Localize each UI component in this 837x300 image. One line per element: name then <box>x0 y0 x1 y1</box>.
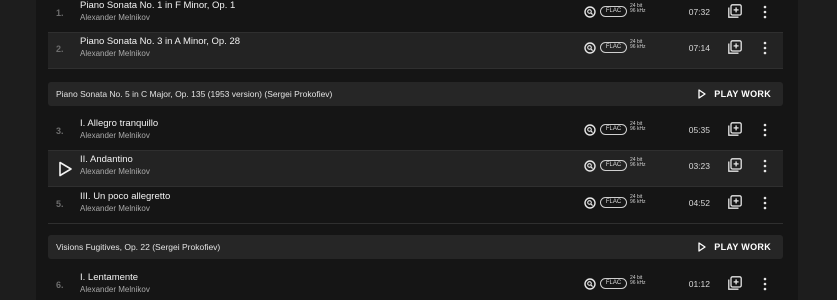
track-row[interactable]: 3. I. Allegro tranquillo Alexander Melni… <box>48 115 783 151</box>
track-title: II. Andantino <box>80 154 133 165</box>
more-options-icon[interactable] <box>762 276 768 292</box>
sample-rate: 96 kHz <box>630 44 646 50</box>
format-badge: FLAC <box>600 124 627 135</box>
add-to-playlist-icon[interactable] <box>728 40 742 54</box>
track-artist[interactable]: Alexander Melnikov <box>80 13 150 22</box>
track-duration: 01:12 <box>688 279 710 289</box>
track-artist[interactable]: Alexander Melnikov <box>80 131 150 140</box>
track-title: Piano Sonata No. 3 in A Minor, Op. 28 <box>80 36 241 47</box>
more-options-icon[interactable] <box>762 122 768 138</box>
track-number: 5. <box>56 199 64 209</box>
work-title: Visions Fugitives, Op. 22 (Sergei Prokof… <box>56 242 221 252</box>
work-header: Piano Sonata No. 5 in C Major, Op. 135 (… <box>48 82 783 106</box>
track-artist[interactable]: Alexander Melnikov <box>80 285 150 294</box>
more-options-icon[interactable] <box>762 195 768 211</box>
track-row[interactable]: 1. Piano Sonata No. 1 in F Minor, Op. 1 … <box>48 0 783 33</box>
page: 1. Piano Sonata No. 1 in F Minor, Op. 1 … <box>0 0 837 300</box>
hi-res-quality-icon <box>584 278 596 290</box>
more-options-icon[interactable] <box>762 4 768 20</box>
hi-res-quality-icon <box>584 197 596 209</box>
add-to-playlist-icon[interactable] <box>728 195 742 209</box>
audio-quality: 24 bit 96 kHz <box>630 4 652 14</box>
track-number: 3. <box>56 126 64 136</box>
add-to-playlist-icon[interactable] <box>728 158 742 172</box>
play-work-button[interactable]: PLAY WORK <box>698 88 771 100</box>
audio-quality: 24 bit 96 kHz <box>630 276 652 286</box>
sample-rate: 96 kHz <box>630 162 646 168</box>
format-badge: FLAC <box>600 6 627 17</box>
track-row[interactable]: II. Andantino Alexander Melnikov FLAC 24… <box>48 151 783 187</box>
track-duration: 05:35 <box>688 125 710 135</box>
track-row[interactable]: 2. Piano Sonata No. 3 in A Minor, Op. 28… <box>48 33 783 69</box>
play-work-label: PLAY WORK <box>714 242 771 252</box>
sample-rate: 96 kHz <box>630 8 646 14</box>
play-icon[interactable] <box>57 161 73 177</box>
track-title: I. Lentamente <box>80 272 139 283</box>
audio-quality: 24 bit 96 kHz <box>630 158 652 168</box>
sample-rate: 96 kHz <box>630 280 646 286</box>
more-options-icon[interactable] <box>762 158 768 174</box>
track-artist[interactable]: Alexander Melnikov <box>80 49 150 58</box>
track-row[interactable]: 5. III. Un poco allegretto Alexander Mel… <box>48 188 783 224</box>
format-badge: FLAC <box>600 197 627 208</box>
work-header: Visions Fugitives, Op. 22 (Sergei Prokof… <box>48 235 783 259</box>
sample-rate: 96 kHz <box>630 199 646 205</box>
format-badge: FLAC <box>600 278 627 289</box>
format-badge: FLAC <box>600 42 627 53</box>
track-title: III. Un poco allegretto <box>80 191 171 202</box>
play-icon <box>698 242 706 252</box>
audio-quality: 24 bit 96 kHz <box>630 40 652 50</box>
more-options-icon[interactable] <box>762 40 768 56</box>
add-to-playlist-icon[interactable] <box>728 122 742 136</box>
track-number: 6. <box>56 280 64 290</box>
track-duration: 07:32 <box>688 7 710 17</box>
track-artist[interactable]: Alexander Melnikov <box>80 204 150 213</box>
track-title: I. Allegro tranquillo <box>80 118 159 129</box>
sample-rate: 96 kHz <box>630 126 646 132</box>
play-work-label: PLAY WORK <box>714 89 771 99</box>
track-artist[interactable]: Alexander Melnikov <box>80 167 150 176</box>
audio-quality: 24 bit 96 kHz <box>630 122 652 132</box>
add-to-playlist-icon[interactable] <box>728 276 742 290</box>
track-number: 1. <box>56 8 64 18</box>
track-row[interactable]: 6. I. Lentamente Alexander Melnikov FLAC… <box>48 269 783 300</box>
hi-res-quality-icon <box>584 160 596 172</box>
hi-res-quality-icon <box>584 124 596 136</box>
hi-res-quality-icon <box>584 6 596 18</box>
format-badge: FLAC <box>600 160 627 171</box>
track-title: Piano Sonata No. 1 in F Minor, Op. 1 <box>80 0 236 11</box>
hi-res-quality-icon <box>584 42 596 54</box>
play-icon <box>698 89 706 99</box>
track-duration: 03:23 <box>688 161 710 171</box>
track-number: 2. <box>56 44 64 54</box>
track-duration: 07:14 <box>688 43 710 53</box>
add-to-playlist-icon[interactable] <box>728 4 742 18</box>
work-title: Piano Sonata No. 5 in C Major, Op. 135 (… <box>56 89 333 99</box>
track-duration: 04:52 <box>688 198 710 208</box>
play-work-button[interactable]: PLAY WORK <box>698 241 771 253</box>
audio-quality: 24 bit 96 kHz <box>630 195 652 205</box>
